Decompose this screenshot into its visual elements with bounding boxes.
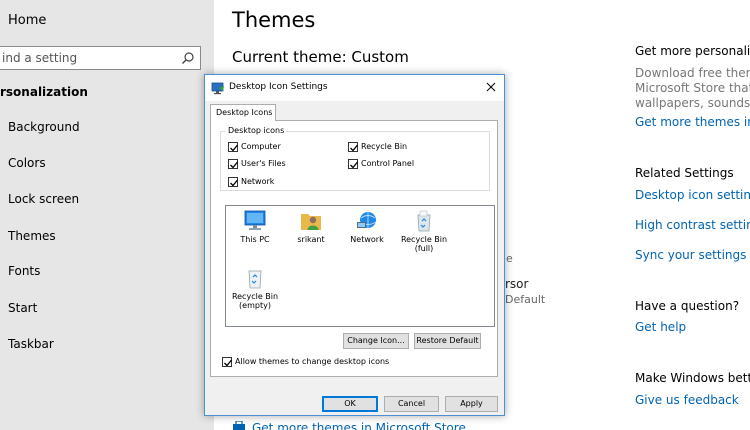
icon-caption: Recycle Bin (empty) [227, 292, 283, 310]
checkmark-icon [230, 144, 239, 152]
checkbox-box[interactable] [222, 357, 233, 367]
checkbox-box[interactable] [348, 142, 359, 152]
recycle-bin-full-icon [417, 210, 431, 232]
hidden-text-fragment: e [506, 252, 513, 265]
group-label: Desktop icons [226, 126, 287, 135]
checkbox-box[interactable] [348, 159, 359, 169]
caption-line: Recycle Bin (empty) [231, 292, 279, 310]
checkbox-label: Network [241, 177, 275, 186]
personality-heading: Get more personality i [635, 44, 750, 58]
sync-settings-link[interactable]: Sync your settings [635, 248, 750, 262]
checkbox-label: Computer [241, 142, 281, 151]
apply-button[interactable]: Apply [445, 396, 498, 412]
desktop-icon-list[interactable]: This PC srikant Network Recycle Bin (ful… [225, 205, 495, 327]
network-icon [357, 212, 377, 228]
dialog-titlebar[interactable]: Desktop Icon Settings [205, 75, 504, 101]
get-help-link[interactable]: Get help [635, 320, 750, 334]
checkbox-box[interactable] [228, 177, 239, 187]
desktop-icons-group: Desktop icons Computer Recycle Bin User'… [220, 126, 490, 191]
sidebar-item-fonts[interactable]: Fonts [8, 264, 40, 278]
icon-item-this-pc[interactable]: This PC [227, 210, 283, 244]
tab-desktop-icons[interactable]: Desktop Icons [210, 104, 276, 121]
ok-button[interactable]: OK [322, 396, 378, 412]
hidden-text-fragment: rsor [505, 277, 529, 291]
store-themes-link[interactable]: Get more themes in Microsoft Store [252, 421, 466, 430]
give-feedback-link[interactable]: Give us feedback [635, 393, 750, 407]
checkbox-label: Allow themes to change desktop icons [235, 357, 390, 366]
checkmark-icon [224, 359, 233, 367]
caption-line: Recycle Bin (full) [400, 235, 448, 253]
icon-item-network[interactable]: Network [339, 210, 395, 244]
make-windows-better-heading: Make Windows better [635, 371, 750, 385]
icon-caption: Network [350, 235, 384, 244]
icon-item-recycle-bin-empty[interactable]: Recycle Bin (empty) [227, 267, 283, 310]
checkmark-icon [350, 144, 359, 152]
sidebar-item-themes[interactable]: Themes [8, 229, 56, 243]
checkbox-box[interactable] [228, 159, 239, 169]
search-input[interactable]: ind a setting [2, 51, 77, 65]
checkmark-icon [230, 179, 239, 187]
icon-item-user-folder[interactable]: srikant [283, 210, 339, 244]
question-heading: Have a question? [635, 299, 740, 313]
search-setting-box[interactable]: ind a setting [0, 46, 201, 70]
search-icon[interactable] [181, 51, 195, 65]
restore-default-button[interactable]: Restore Default [414, 333, 481, 349]
icon-item-recycle-bin-full[interactable]: Recycle Bin (full) [396, 210, 452, 253]
current-theme-heading: Current theme: Custom [232, 48, 409, 66]
sidebar-item-lock-screen[interactable]: Lock screen [8, 192, 79, 206]
dialog-title: Desktop Icon Settings [229, 82, 328, 92]
cancel-button[interactable]: Cancel [384, 396, 439, 412]
desktop-icon-settings-link[interactable]: Desktop icon settings [635, 188, 750, 202]
high-contrast-settings-link[interactable]: High contrast settings [635, 218, 750, 232]
settings-sidebar: Home ind a setting rsonalization Backgro… [0, 0, 214, 430]
close-icon[interactable] [484, 80, 498, 94]
icon-caption: Recycle Bin (full) [396, 235, 452, 253]
checkbox-box[interactable] [228, 142, 239, 152]
checkbox-label: Control Panel [361, 159, 415, 168]
sidebar-item-colors[interactable]: Colors [8, 156, 46, 170]
get-more-themes-link[interactable]: Get more themes in the [635, 115, 750, 129]
sidebar-item-background[interactable]: Background [8, 120, 80, 134]
checkmark-icon [350, 161, 359, 169]
sidebar-item-start[interactable]: Start [8, 301, 37, 315]
sidebar-item-home[interactable]: Home [8, 13, 46, 28]
user-folder-icon [301, 214, 321, 230]
store-icon [233, 421, 245, 430]
desktop-icons-panel: Desktop icons Computer Recycle Bin User'… [210, 120, 498, 377]
desktop-settings-icon [211, 82, 224, 95]
desktop-icon-settings-dialog: Desktop Icon Settings Desktop Icons Desk… [204, 74, 505, 416]
tab-label: Desktop Icons [216, 108, 273, 117]
recycle-bin-empty-icon [248, 270, 262, 289]
page-title: Themes [232, 8, 316, 32]
personality-text-line: Download free themes [635, 66, 750, 80]
hidden-text-fragment: Default [505, 293, 546, 306]
icon-caption: srikant [297, 235, 325, 244]
sidebar-section-heading: rsonalization [0, 85, 88, 99]
checkbox-label: Recycle Bin [361, 142, 408, 151]
related-settings-heading: Related Settings [635, 166, 734, 180]
this-pc-icon [244, 210, 266, 230]
personality-text-line: Microsoft Store that co [635, 81, 750, 95]
checkbox-label: User's Files [241, 159, 286, 168]
checkmark-icon [230, 161, 239, 169]
sidebar-item-taskbar[interactable]: Taskbar [8, 337, 54, 351]
personality-text-line: wallpapers, sounds, and [635, 96, 750, 110]
change-icon-button[interactable]: Change Icon... [343, 333, 409, 349]
icon-caption: This PC [240, 235, 270, 244]
